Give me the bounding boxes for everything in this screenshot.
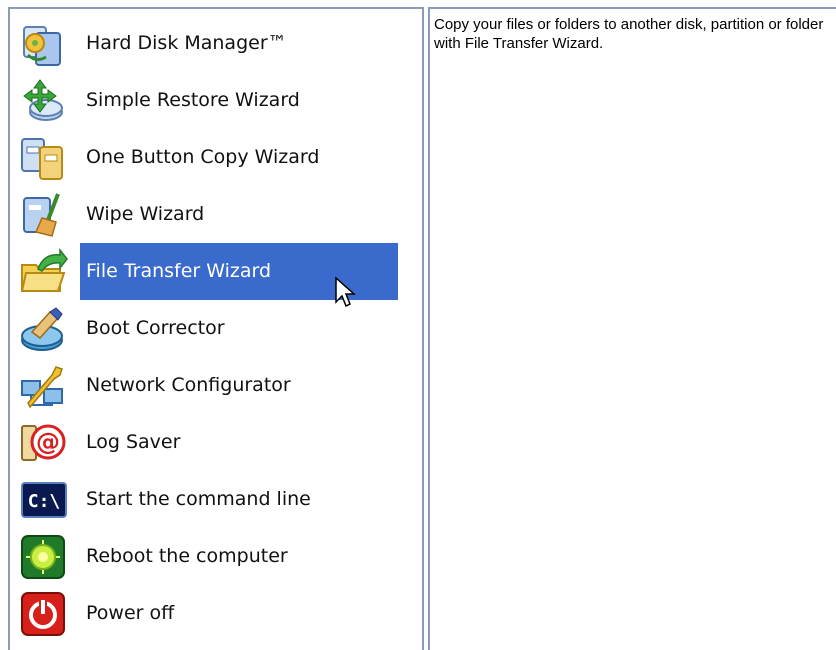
menu-item-file-transfer-wizard[interactable]: File Transfer Wizard xyxy=(10,243,424,300)
mouse-cursor-icon xyxy=(334,276,356,310)
menu-item-one-button-copy-wizard[interactable]: One Button Copy Wizard xyxy=(10,129,424,186)
log-saver-icon: @ xyxy=(18,418,68,468)
menu-item-command-line[interactable]: C:\ Start the command line xyxy=(10,471,424,528)
menu-item-hard-disk-manager[interactable]: Hard Disk Manager™ xyxy=(10,15,424,72)
menu-item-label: One Button Copy Wizard xyxy=(86,146,320,168)
description-panel: Copy your files or folders to another di… xyxy=(428,7,836,650)
command-line-icon: C:\ xyxy=(18,475,68,525)
copy-icon xyxy=(18,133,68,183)
menu-item-label: Power off xyxy=(86,602,175,624)
hdm-icon xyxy=(18,19,68,69)
menu-item-log-saver[interactable]: @ Log Saver xyxy=(10,414,424,471)
menu-item-label: Log Saver xyxy=(86,431,181,453)
file-transfer-icon xyxy=(18,247,68,297)
menu-item-label: Start the command line xyxy=(86,488,311,510)
menu-item-label: Hard Disk Manager™ xyxy=(86,32,287,54)
menu-item-label: Network Configurator xyxy=(86,374,291,396)
restore-icon xyxy=(18,76,68,126)
power-icon xyxy=(18,589,68,639)
network-icon xyxy=(18,361,68,411)
tool-menu: Hard Disk Manager™ Simple Restore Wizard xyxy=(8,7,424,650)
svg-text:C:\: C:\ xyxy=(28,491,61,512)
menu-item-boot-corrector[interactable]: Boot Corrector xyxy=(10,300,424,357)
menu-item-simple-restore-wizard[interactable]: Simple Restore Wizard xyxy=(10,72,424,129)
menu-item-wipe-wizard[interactable]: Wipe Wizard xyxy=(10,186,424,243)
menu-item-reboot[interactable]: Reboot the computer xyxy=(10,528,424,585)
description-text: Copy your files or folders to another di… xyxy=(434,16,824,52)
menu-item-network-configurator[interactable]: Network Configurator xyxy=(10,357,424,414)
menu-item-label: Wipe Wizard xyxy=(86,203,205,225)
menu-item-power-off[interactable]: Power off xyxy=(10,585,424,642)
menu-item-label: Reboot the computer xyxy=(86,545,288,567)
svg-text:@: @ xyxy=(36,428,60,456)
launcher-window: Hard Disk Manager™ Simple Restore Wizard xyxy=(0,0,836,650)
reboot-icon xyxy=(18,532,68,582)
boot-corrector-icon xyxy=(18,304,68,354)
menu-item-label: Simple Restore Wizard xyxy=(86,89,300,111)
wipe-icon xyxy=(18,190,68,240)
